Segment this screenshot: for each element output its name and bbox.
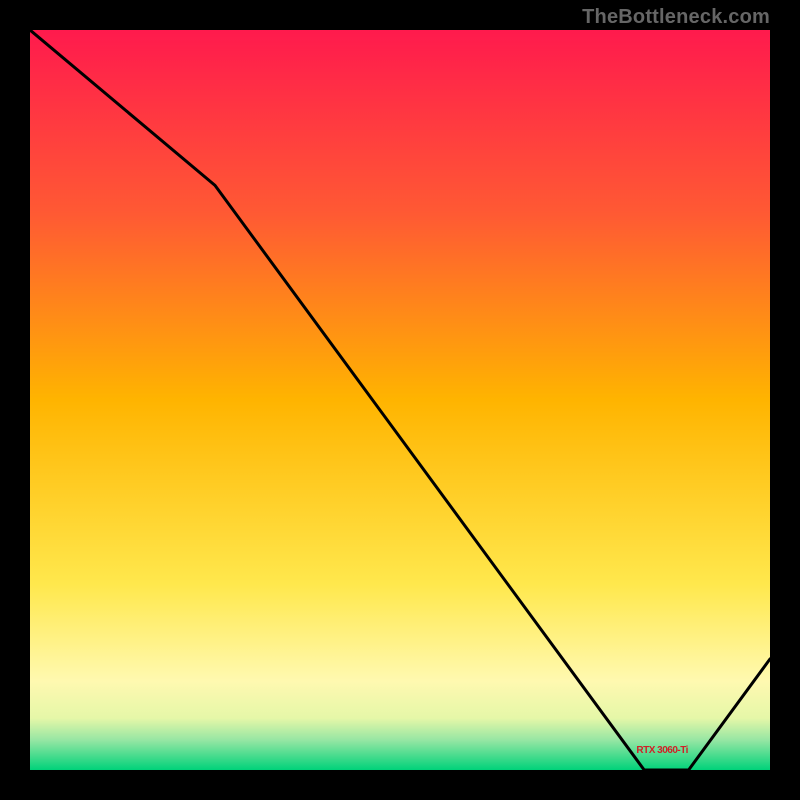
watermark-text: TheBottleneck.com [582, 6, 770, 29]
plot-area: RTX 3060-Ti [30, 30, 770, 770]
gradient-background [30, 30, 770, 770]
chart-svg [30, 30, 770, 770]
gpu-label: RTX 3060-Ti [636, 745, 688, 756]
chart-frame: TheBottleneck.com RTX 3060-Ti [0, 0, 800, 800]
